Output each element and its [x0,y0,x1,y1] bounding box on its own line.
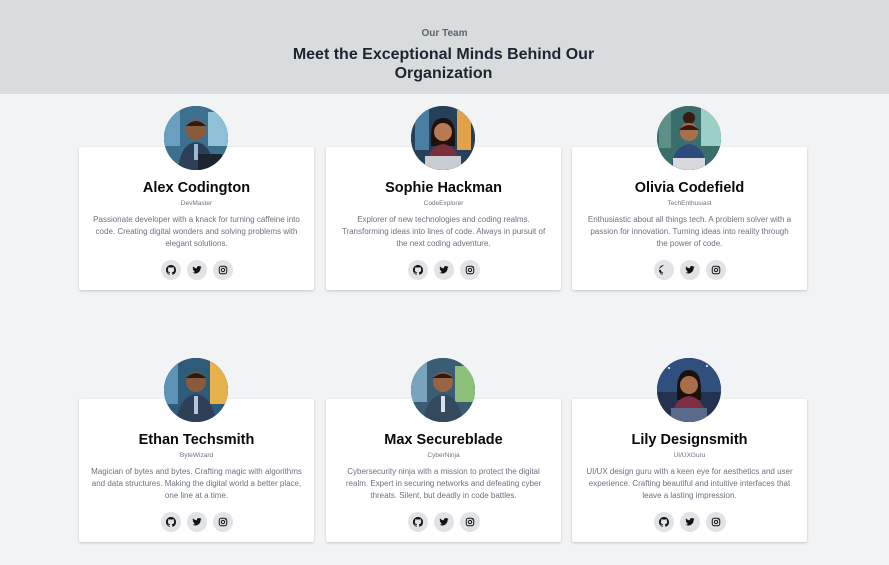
avatar [411,358,475,422]
twitter-link[interactable] [186,260,207,280]
github-icon [165,517,176,527]
instagram-link[interactable] [705,260,726,280]
member-role: ByteWizard [179,452,214,459]
avatar [164,358,228,422]
twitter-icon [191,266,202,274]
twitter-link[interactable] [679,512,700,532]
member-role: CyberNinja [427,452,460,459]
team-card: Sophie Hackman CodeExplorer Explorer of … [326,106,561,290]
twitter-icon [684,266,695,274]
member-role: UI/UXGuru [673,452,706,459]
hero-header: Our Team Meet the Exceptional Minds Behi… [0,0,889,94]
instagram-link[interactable] [212,260,233,280]
github-link[interactable] [160,260,181,280]
social-links [79,260,314,280]
github-link[interactable] [653,512,674,532]
twitter-icon [438,266,449,274]
instagram-link[interactable] [212,512,233,532]
member-role: CodeExplorer [423,200,464,207]
instagram-icon [465,265,474,275]
member-bio: Cybersecurity ninja with a mission to pr… [345,467,542,500]
avatar [657,358,721,422]
instagram-icon [218,517,227,527]
github-link[interactable] [653,260,674,280]
github-icon [412,517,423,527]
member-name: Ethan Techsmith [138,432,255,448]
github-link[interactable] [160,512,181,532]
github-link[interactable] [407,260,428,280]
instagram-link[interactable] [459,260,480,280]
twitter-icon [191,518,202,526]
member-bio: Enthusiastic about all things tech. A pr… [587,215,792,248]
avatar [164,106,228,170]
twitter-link[interactable] [679,260,700,280]
twitter-link[interactable] [186,512,207,532]
member-bio: Explorer of new technologies and coding … [341,215,546,248]
twitter-link[interactable] [433,512,454,532]
team-card: Alex Codington DevMaster Passionate deve… [79,106,314,290]
social-links [572,260,807,280]
avatar [657,106,721,170]
github-link[interactable] [407,512,428,532]
member-name: Sophie Hackman [385,180,502,196]
social-links [326,512,561,532]
team-card: Ethan Techsmith ByteWizard Magician of b… [79,358,314,542]
section-eyebrow: Our Team [421,28,468,39]
github-icon [412,265,423,275]
team-card: Max Secureblade CyberNinja Cybersecurity… [326,358,561,542]
instagram-icon [465,517,474,527]
team-card: Lily Designsmith UI/UXGuru UI/UX design … [572,358,807,542]
member-name: Alex Codington [142,180,251,196]
twitter-link[interactable] [433,260,454,280]
team-card: Olivia Codefield TechEnthusiast Enthusia… [572,106,807,290]
social-links [572,512,807,532]
member-bio: Magician of bytes and bytes. Crafting ma… [91,467,302,500]
member-role: TechEnthusiast [667,200,712,207]
member-name: Max Secureblade [384,432,503,448]
member-bio: Passionate developer with a knack for tu… [93,215,300,248]
twitter-icon [438,518,449,526]
social-links [326,260,561,280]
member-name: Lily Designsmith [631,432,748,448]
github-icon [165,265,176,275]
twitter-icon [684,518,695,526]
instagram-link[interactable] [705,512,726,532]
member-role: DevMaster [180,200,213,207]
github-icon [658,517,669,527]
member-name: Olivia Codefield [634,180,745,196]
member-bio: UI/UX design guru with a keen eye for ae… [586,467,793,500]
avatar [411,106,475,170]
github-icon [658,265,664,275]
instagram-link[interactable] [459,512,480,532]
page-title: Meet the Exceptional Minds Behind Our Or… [292,46,595,82]
social-links [79,512,314,532]
instagram-icon [711,265,720,275]
instagram-icon [711,517,720,527]
instagram-icon [218,265,227,275]
